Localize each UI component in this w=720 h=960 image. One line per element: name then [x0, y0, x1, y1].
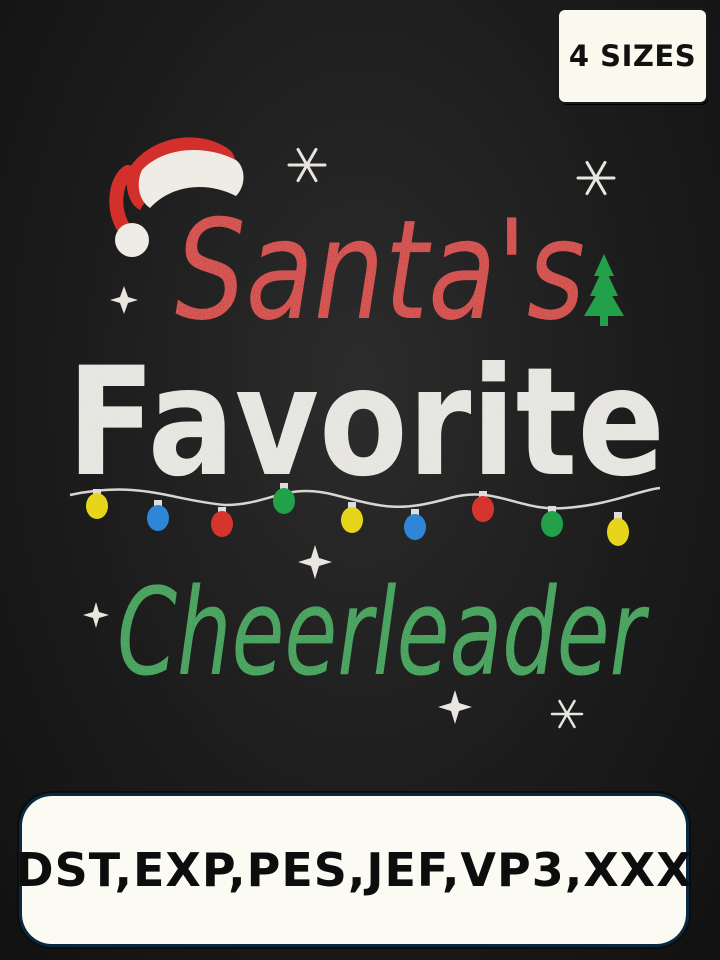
snowflake-icon [287, 147, 327, 183]
snowflake-icon [550, 699, 584, 729]
file-formats-banner: DST,EXP,PES,JEF,VP3,XXX [15, 796, 692, 944]
design-line-3: Cheerleader [117, 564, 650, 703]
light-bulb-icon [404, 509, 426, 540]
design-line-2: Favorite [67, 336, 665, 510]
sparkle-icon [110, 286, 138, 314]
light-bulb-icon [607, 512, 629, 546]
light-bulb-icon [211, 507, 233, 537]
design-line-1: Santa's [175, 190, 585, 351]
sparkle-icon [83, 602, 109, 628]
christmas-tree-icon [584, 254, 624, 326]
product-image: Santa's Favorite Cheerleader 4 SIZES DST… [0, 0, 720, 960]
sizes-badge: 4 SIZES [559, 10, 706, 102]
light-bulb-icon [541, 506, 563, 537]
snowflake-icon [576, 160, 616, 196]
